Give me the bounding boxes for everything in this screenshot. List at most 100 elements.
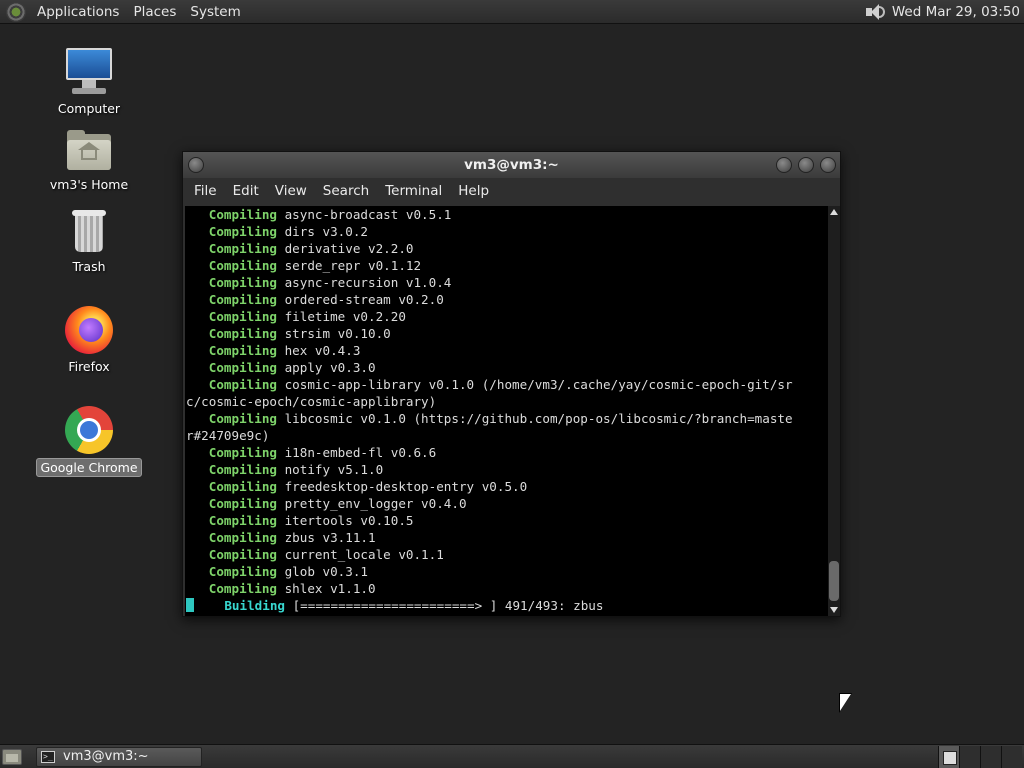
terminal-line: Compiling shlex v1.1.0 <box>186 580 828 597</box>
terminal-line: Compiling dirs v3.0.2 <box>186 223 828 240</box>
terminal-line-text: current_locale v0.1.1 <box>277 547 444 562</box>
menu-system[interactable]: System <box>183 4 247 20</box>
compiling-keyword: Compiling <box>208 377 277 392</box>
compiling-keyword: Compiling <box>208 513 277 528</box>
terminal-line: c/cosmic-epoch/cosmic-applibrary) <box>186 393 828 410</box>
terminal-line-text: freedesktop-desktop-entry v0.5.0 <box>277 479 528 494</box>
terminal-line-text: async-broadcast v0.5.1 <box>277 207 452 222</box>
terminal-line: Compiling itertools v0.10.5 <box>186 512 828 529</box>
window-menu-button[interactable] <box>188 157 204 173</box>
menu-view[interactable]: View <box>268 183 314 199</box>
terminal-line-text: shlex v1.1.0 <box>277 581 376 596</box>
minimize-button[interactable] <box>776 157 792 173</box>
desktop-icon-label: Trash <box>72 259 106 274</box>
firefox-icon <box>65 306 113 354</box>
terminal-line-text: filetime v0.2.20 <box>277 309 406 324</box>
menu-edit[interactable]: Edit <box>226 183 266 199</box>
compiling-keyword: Compiling <box>208 241 277 256</box>
taskbar-item-terminal[interactable]: >_ vm3@vm3:~ <box>36 746 202 767</box>
volume-icon[interactable] <box>864 3 886 21</box>
building-progress-text: [=======================> ] 491/493: zbu… <box>285 598 604 613</box>
menu-places[interactable]: Places <box>126 4 183 20</box>
scrollbar-thumb[interactable] <box>829 561 839 601</box>
desktop-icon-label: Google Chrome <box>36 458 142 477</box>
taskbar-item-label: vm3@vm3:~ <box>63 749 149 764</box>
terminal-line: Compiling async-recursion v1.0.4 <box>186 274 828 291</box>
terminal-line: Compiling hex v0.4.3 <box>186 342 828 359</box>
terminal-line-text: strsim v0.10.0 <box>277 326 391 341</box>
terminal-output[interactable]: Compiling async-broadcast v0.5.1 Compili… <box>185 206 828 616</box>
desktop-icon-chrome[interactable]: Google Chrome <box>34 406 144 477</box>
terminal-line-text: hex v0.4.3 <box>277 343 361 358</box>
terminal-line: Compiling libcosmic v0.1.0 (https://gith… <box>186 410 828 427</box>
building-keyword: Building <box>224 598 286 613</box>
terminal-line: Compiling glob v0.3.1 <box>186 563 828 580</box>
compiling-keyword: Compiling <box>208 326 277 341</box>
desktop-icon-computer[interactable]: Computer <box>34 46 144 117</box>
desktop-icon-firefox[interactable]: Firefox <box>34 306 144 375</box>
scroll-up-arrow-icon[interactable] <box>830 209 838 215</box>
maximize-button[interactable] <box>798 157 814 173</box>
workspace-4[interactable] <box>1001 745 1022 768</box>
compiling-keyword: Compiling <box>208 530 277 545</box>
terminal-line: Compiling strsim v0.10.0 <box>186 325 828 342</box>
menu-file[interactable]: File <box>187 183 224 199</box>
terminal-titlebar[interactable]: vm3@vm3:~ <box>183 152 840 178</box>
show-desktop-icon[interactable] <box>2 748 22 765</box>
terminal-line-text: notify v5.1.0 <box>277 462 384 477</box>
computer-icon <box>64 46 114 96</box>
terminal-window[interactable]: vm3@vm3:~ File Edit View Search Terminal… <box>182 151 841 617</box>
scroll-down-arrow-icon[interactable] <box>830 607 838 613</box>
compiling-keyword: Compiling <box>208 258 277 273</box>
workspace-2[interactable] <box>959 745 980 768</box>
terminal-line-text: serde_repr v0.1.12 <box>277 258 422 273</box>
compiling-keyword: Compiling <box>208 309 277 324</box>
workspace-3[interactable] <box>980 745 1001 768</box>
compiling-keyword: Compiling <box>208 207 277 222</box>
terminal-building-line: Building [=======================> ] 491… <box>186 597 828 614</box>
desktop-icon-label: vm3's Home <box>49 177 129 192</box>
tray: Wed Mar 29, 03:50 <box>864 3 1020 21</box>
terminal-scrollbar[interactable] <box>828 206 840 616</box>
desktop-icon-label: Firefox <box>68 359 110 374</box>
terminal-line-text: cosmic-app-library v0.1.0 (/home/vm3/.ca… <box>277 377 793 392</box>
terminal-line-text: derivative v2.2.0 <box>277 241 414 256</box>
terminal-line: Compiling freedesktop-desktop-entry v0.5… <box>186 478 828 495</box>
terminal-line-text: apply v0.3.0 <box>277 360 376 375</box>
terminal-line-text: libcosmic v0.1.0 (https://github.com/pop… <box>277 411 793 426</box>
terminal-line-text: async-recursion v1.0.4 <box>277 275 452 290</box>
terminal-line-text: zbus v3.11.1 <box>277 530 376 545</box>
terminal-line: Compiling async-broadcast v0.5.1 <box>186 206 828 223</box>
workspace-1[interactable] <box>938 745 959 768</box>
terminal-line: Compiling filetime v0.2.20 <box>186 308 828 325</box>
compiling-keyword: Compiling <box>208 496 277 511</box>
window-title: vm3@vm3:~ <box>464 157 559 173</box>
trash-icon <box>69 208 109 254</box>
top-panel: Applications Places System Wed Mar 29, 0… <box>0 0 1024 24</box>
terminal-line: Compiling zbus v3.11.1 <box>186 529 828 546</box>
terminal-line: Compiling serde_repr v0.1.12 <box>186 257 828 274</box>
compiling-keyword: Compiling <box>208 479 277 494</box>
terminal-line-text: itertools v0.10.5 <box>277 513 414 528</box>
close-button[interactable] <box>820 157 836 173</box>
home-folder-icon <box>66 130 112 172</box>
terminal-line-text: dirs v3.0.2 <box>277 224 368 239</box>
terminal-line: Compiling ordered-stream v0.2.0 <box>186 291 828 308</box>
desktop-icon-trash[interactable]: Trash <box>34 208 144 275</box>
menu-help[interactable]: Help <box>451 183 496 199</box>
terminal-cursor <box>186 598 194 612</box>
menu-logo-icon[interactable] <box>6 1 26 22</box>
clock[interactable]: Wed Mar 29, 03:50 <box>892 4 1020 20</box>
terminal-line-text: glob v0.3.1 <box>277 564 368 579</box>
menu-terminal[interactable]: Terminal <box>378 183 449 199</box>
menu-search[interactable]: Search <box>316 183 376 199</box>
compiling-keyword: Compiling <box>208 343 277 358</box>
terminal-line: Compiling cosmic-app-library v0.1.0 (/ho… <box>186 376 828 393</box>
menu-applications[interactable]: Applications <box>30 4 126 20</box>
compiling-keyword: Compiling <box>208 564 277 579</box>
terminal-line: Compiling i18n-embed-fl v0.6.6 <box>186 444 828 461</box>
terminal-line-text: i18n-embed-fl v0.6.6 <box>277 445 437 460</box>
desktop-icon-home[interactable]: vm3's Home <box>34 130 144 193</box>
terminal-line-text: c/cosmic-epoch/cosmic-applibrary) <box>186 394 437 409</box>
terminal-menubar: File Edit View Search Terminal Help <box>183 178 840 204</box>
